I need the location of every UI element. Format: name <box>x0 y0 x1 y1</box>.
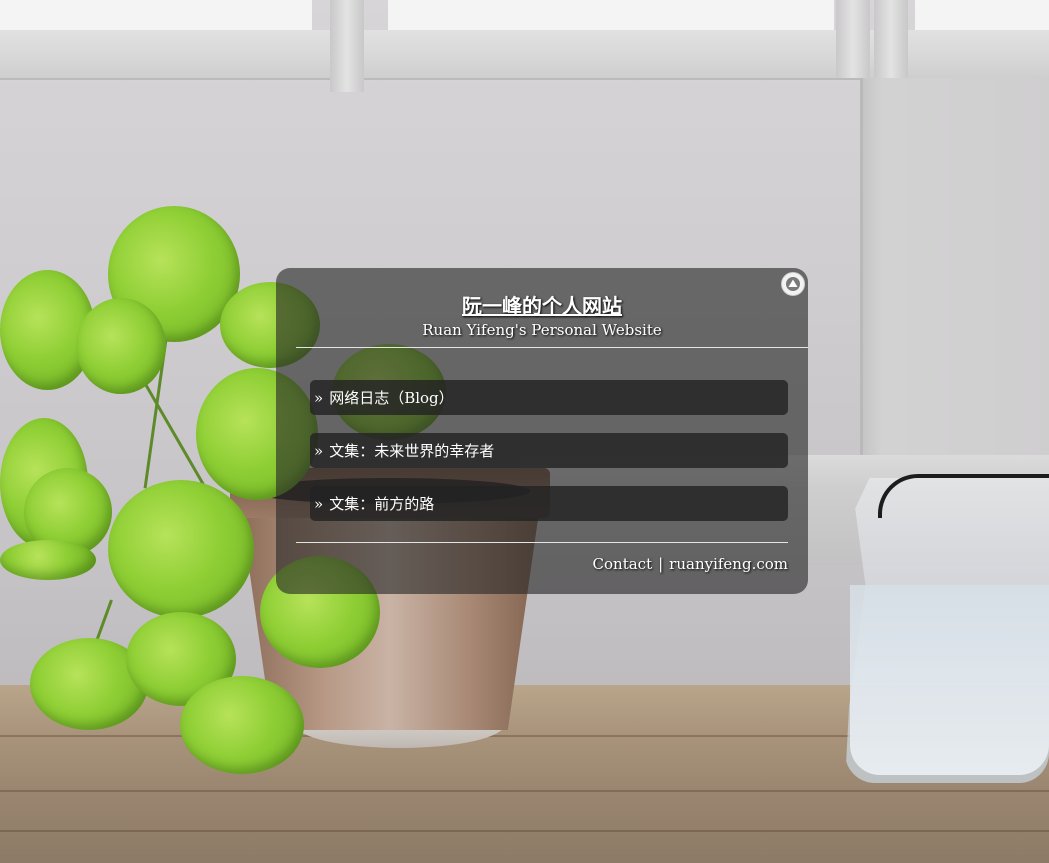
bullet-icon: » <box>314 441 324 460</box>
plant-leaf <box>0 540 96 580</box>
window-pane <box>0 0 312 30</box>
table-grain <box>0 790 1049 792</box>
link-label[interactable]: 文集：未来世界的幸存者 <box>329 440 494 461</box>
pitcher-water <box>850 585 1049 775</box>
link-collection-future-survivors[interactable]: » 文集：未来世界的幸存者 <box>310 433 788 468</box>
window-pane <box>388 0 834 30</box>
bullet-icon: » <box>314 388 324 407</box>
site-link[interactable]: ruanyifeng.com <box>669 555 788 573</box>
bullet-icon: » <box>314 494 324 513</box>
link-list: » 网络日志（Blog） » 文集：未来世界的幸存者 » 文集：前方的路 <box>310 380 788 539</box>
divider <box>296 542 788 543</box>
plant-leaf <box>180 676 304 774</box>
wall-panel <box>860 78 1049 458</box>
triangle-up-icon <box>786 277 800 291</box>
plant-leaf <box>108 480 254 618</box>
site-subtitle: Ruan Yifeng's Personal Website <box>422 321 662 339</box>
link-label[interactable]: 文集：前方的路 <box>329 493 434 514</box>
contact-link[interactable]: Contact <box>593 555 653 573</box>
window-frame <box>330 0 364 92</box>
site-title[interactable]: 阮一峰的个人网站 <box>276 290 808 319</box>
footer: Contact | ruanyifeng.com <box>593 555 788 573</box>
table-grain <box>0 830 1049 832</box>
link-label[interactable]: 网络日志（Blog） <box>329 387 453 408</box>
window-pane <box>915 0 1049 30</box>
divider <box>296 347 808 348</box>
window-frame <box>836 0 870 78</box>
link-collection-road-ahead[interactable]: » 文集：前方的路 <box>310 486 788 521</box>
footer-separator: | <box>658 555 664 573</box>
pitcher-rim <box>878 474 1049 518</box>
link-blog[interactable]: » 网络日志（Blog） <box>310 380 788 415</box>
window-frame <box>874 0 908 78</box>
plant-leaf <box>76 298 166 394</box>
site-panel: 阮一峰的个人网站 Ruan Yifeng's Personal Website … <box>276 268 808 594</box>
